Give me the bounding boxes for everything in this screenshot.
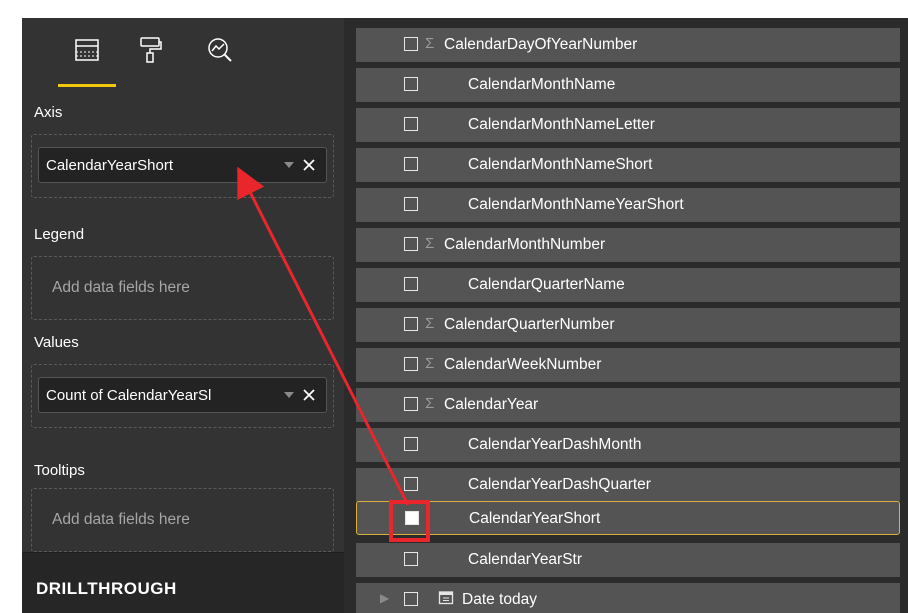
field-name: CalendarMonthNameYearShort — [468, 196, 684, 213]
field-checkbox[interactable] — [404, 197, 418, 211]
fields-list: Σ CalendarDayOfYearNumber CalendarMonthN… — [352, 18, 908, 613]
field-checkbox[interactable] — [404, 157, 418, 171]
field-row[interactable]: CalendarMonthNameYearShort — [356, 188, 900, 222]
analytics-magnifier-icon[interactable] — [202, 32, 238, 68]
axis-label: Axis — [34, 104, 63, 121]
field-name: CalendarYearDashMonth — [468, 436, 642, 453]
visualizations-pane: Axis CalendarYearShort Legend Add data f… — [22, 18, 344, 613]
field-name: CalendarMonthNameLetter — [468, 116, 655, 133]
field-checkbox[interactable] — [404, 552, 418, 566]
fields-icon[interactable] — [69, 32, 105, 68]
drillthrough-section[interactable]: DRILLTHROUGH — [22, 552, 344, 613]
field-row[interactable]: CalendarYearDashQuarter — [356, 468, 900, 502]
close-icon[interactable] — [300, 156, 318, 174]
legend-placeholder: Add data fields here — [52, 279, 190, 296]
field-name: CalendarMonthNumber — [444, 236, 606, 253]
chevron-down-icon[interactable] — [282, 389, 296, 401]
axis-field-name: CalendarYearShort — [46, 156, 174, 174]
field-checkbox[interactable] — [404, 237, 418, 251]
field-name: CalendarYearShort — [469, 510, 601, 527]
field-row[interactable]: Σ CalendarQuarterNumber — [356, 308, 900, 342]
field-checkbox[interactable] — [404, 357, 418, 371]
field-row[interactable]: CalendarYearDashMonth — [356, 428, 900, 462]
format-paint-roller-icon[interactable] — [132, 32, 168, 68]
field-row[interactable]: CalendarQuarterName — [356, 268, 900, 302]
pane-tabs — [22, 18, 344, 90]
sigma-icon: Σ — [425, 395, 435, 412]
field-name: Date today — [462, 591, 537, 608]
field-name: CalendarQuarterNumber — [444, 316, 615, 333]
sigma-icon: Σ — [425, 315, 435, 332]
calendar-icon — [438, 591, 454, 605]
axis-field-pill[interactable]: CalendarYearShort — [38, 147, 327, 183]
values-label: Values — [34, 334, 79, 351]
tooltips-label: Tooltips — [34, 462, 85, 479]
field-name: CalendarMonthName — [468, 76, 616, 93]
field-row[interactable]: Σ CalendarMonthNumber — [356, 228, 900, 262]
field-row[interactable]: CalendarMonthNameShort — [356, 148, 900, 182]
legend-label: Legend — [34, 226, 85, 243]
close-icon[interactable] — [300, 386, 318, 404]
field-checkbox[interactable] — [404, 477, 418, 491]
field-checkbox[interactable] — [404, 437, 418, 451]
tooltips-placeholder: Add data fields here — [52, 511, 190, 528]
sigma-icon: Σ — [425, 355, 435, 372]
field-name: CalendarWeekNumber — [444, 356, 602, 373]
field-name: CalendarMonthNameShort — [468, 156, 653, 173]
field-name: CalendarYear — [444, 396, 539, 413]
field-row[interactable]: CalendarYearStr — [356, 543, 900, 577]
field-name: CalendarQuarterName — [468, 276, 625, 293]
field-name: CalendarYearStr — [468, 551, 583, 568]
field-checkbox[interactable] — [404, 397, 418, 411]
field-row[interactable]: CalendarMonthNameLetter — [356, 108, 900, 142]
field-row[interactable]: ▶ Date today — [356, 583, 900, 613]
field-checkbox[interactable] — [404, 277, 418, 291]
chevron-down-icon[interactable] — [282, 159, 296, 171]
field-checkbox[interactable] — [404, 77, 418, 91]
active-tab-indicator — [58, 84, 116, 87]
values-field-name: Count of CalendarYearSl — [46, 386, 212, 404]
field-row[interactable]: Σ CalendarYear — [356, 388, 900, 422]
power-bi-window: Axis CalendarYearShort Legend Add data f… — [22, 18, 908, 613]
field-row-selected[interactable]: CalendarYearShort — [356, 501, 900, 535]
field-checkbox[interactable] — [404, 592, 418, 606]
sigma-icon: Σ — [425, 235, 435, 252]
axis-well[interactable]: CalendarYearShort — [31, 134, 334, 198]
field-checkbox[interactable] — [404, 117, 418, 131]
field-name: CalendarDayOfYearNumber — [444, 36, 638, 53]
field-row[interactable]: Σ CalendarDayOfYearNumber — [356, 28, 900, 62]
sigma-icon: Σ — [425, 35, 435, 52]
legend-well[interactable]: Add data fields here — [31, 256, 334, 320]
field-checkbox[interactable] — [404, 317, 418, 331]
values-field-pill[interactable]: Count of CalendarYearSl — [38, 377, 327, 413]
field-name: CalendarYearDashQuarter — [468, 476, 651, 493]
values-well[interactable]: Count of CalendarYearSl — [31, 364, 334, 428]
expand-arrow-icon[interactable]: ▶ — [380, 591, 389, 605]
field-row[interactable]: Σ CalendarWeekNumber — [356, 348, 900, 382]
drillthrough-label: DRILLTHROUGH — [36, 579, 177, 598]
field-checkbox[interactable] — [404, 37, 418, 51]
field-row[interactable]: CalendarMonthName — [356, 68, 900, 102]
field-checkbox-checked[interactable] — [405, 511, 419, 525]
tooltips-well[interactable]: Add data fields here — [31, 488, 334, 552]
